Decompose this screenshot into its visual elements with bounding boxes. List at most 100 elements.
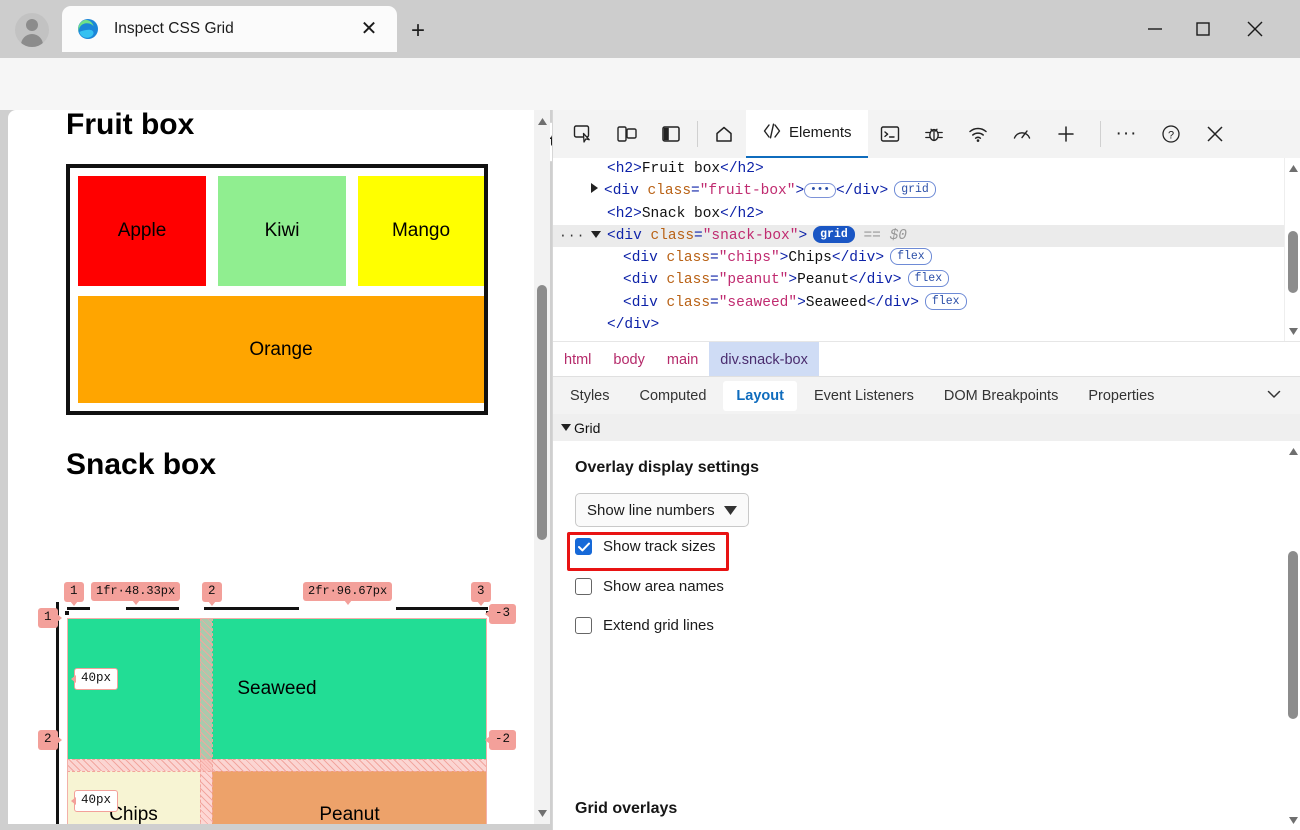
grid-track-size-row-1: 40px: [70, 668, 119, 690]
scroll-down-icon[interactable]: [1285, 323, 1300, 339]
checkbox-show-track-sizes[interactable]: Show track sizes: [575, 538, 716, 555]
profile-button[interactable]: [10, 8, 54, 52]
tab-elements[interactable]: Elements: [746, 109, 868, 159]
tab-title: Inspect CSS Grid: [114, 20, 234, 37]
debugger-icon[interactable]: [912, 111, 956, 157]
dom-token: <h2>: [607, 205, 642, 222]
ruler-left: [56, 602, 59, 824]
chevron-down-icon[interactable]: [591, 230, 601, 238]
svg-text:?: ?: [1167, 129, 1173, 141]
panel-tab-styles[interactable]: Styles: [557, 381, 623, 411]
fruit-cell-kiwi: Kiwi: [218, 176, 346, 286]
dom-node-row[interactable]: </div>: [553, 314, 1300, 336]
grid-pane-scrollbar-thumb[interactable]: [1288, 551, 1298, 719]
scroll-up-icon[interactable]: [1285, 443, 1300, 459]
dom-token: =: [694, 227, 703, 244]
dom-token: "peanut": [718, 272, 789, 289]
panel-tab-layout[interactable]: Layout: [723, 381, 797, 411]
page-scrollbar[interactable]: [534, 110, 550, 824]
breadcrumb-item-0[interactable]: html: [553, 342, 602, 377]
dom-node-row[interactable]: <div class="fruit-box"> ••• </div> grid: [553, 180, 1300, 202]
dom-token: class: [666, 250, 711, 267]
checkbox-show-area-names[interactable]: Show area names: [575, 578, 724, 595]
window-close-icon[interactable]: [1232, 10, 1278, 48]
dom-tree-scrollbar-thumb[interactable]: [1288, 231, 1298, 293]
grid-pane-scrollbar[interactable]: [1285, 441, 1300, 830]
dom-node-row[interactable]: <h2>Snack box</h2>: [553, 203, 1300, 225]
panel-tab-event-listeners[interactable]: Event Listeners: [801, 381, 927, 411]
scroll-down-icon[interactable]: [534, 804, 550, 822]
device-emulation-icon[interactable]: [605, 111, 649, 157]
breadcrumb-item-1[interactable]: body: [602, 342, 655, 377]
dom-token: >: [797, 294, 806, 311]
code-brackets-icon: [762, 122, 782, 144]
devtools-toolbar: Elements ··· ?: [553, 109, 1300, 159]
grid-line-label-row-neg2: -2: [484, 730, 517, 750]
dom-node-row[interactable]: <div class="peanut">Peanut</div> flex: [553, 269, 1300, 291]
tab-elements-label: Elements: [789, 124, 852, 141]
scroll-down-icon[interactable]: [1285, 812, 1300, 828]
window-maximize-icon[interactable]: [1180, 10, 1226, 48]
help-icon[interactable]: ?: [1149, 111, 1193, 157]
dom-tree-scrollbar[interactable]: [1284, 158, 1300, 341]
devtools-panel: Elements ··· ? <h2>Fruit box</h2> <div c…: [552, 109, 1300, 830]
display-badge-grid[interactable]: grid: [894, 181, 936, 199]
breadcrumb[interactable]: html body main div.snack-box: [553, 341, 1300, 377]
fruit-cell-apple: Apple: [78, 176, 206, 286]
panel-tab-properties[interactable]: Properties: [1075, 381, 1167, 411]
navigation-bar: https://microsoftedge.github.io/Demos/de…: [0, 58, 1300, 162]
inspect-element-icon[interactable]: [561, 111, 605, 157]
dom-tree[interactable]: <h2>Fruit box</h2> <div class="fruit-box"…: [553, 158, 1300, 341]
dom-node-row[interactable]: ··· <div class="snack-box"> grid == $0: [553, 224, 1300, 248]
grid-outline: [67, 618, 487, 824]
tab-close-icon[interactable]: ✕: [357, 17, 381, 41]
dom-token: <h2>: [607, 161, 642, 177]
display-badge-grid[interactable]: grid: [813, 225, 855, 243]
checkbox-extend-grid-lines[interactable]: Extend grid lines: [575, 617, 714, 634]
scroll-up-icon[interactable]: [1285, 160, 1300, 176]
home-icon[interactable]: [702, 111, 746, 157]
grid-section-header[interactable]: Grid: [553, 414, 1300, 442]
performance-icon[interactable]: [1000, 111, 1044, 157]
grid-section-label: Grid: [574, 419, 601, 436]
chevron-right-icon[interactable]: [591, 183, 598, 194]
dom-token: "seaweed": [718, 294, 798, 311]
page-scrollbar-thumb[interactable]: [537, 285, 547, 540]
dom-token: =: [710, 272, 719, 289]
grid-line-label-row-2: 2: [38, 730, 61, 750]
browser-tab[interactable]: Inspect CSS Grid ✕: [62, 6, 397, 52]
network-icon[interactable]: [956, 111, 1000, 157]
dom-node-row[interactable]: <div class="seaweed">Seaweed</div> flex: [553, 292, 1300, 314]
window-minimize-icon[interactable]: [1132, 10, 1178, 48]
grid-corner-dot-tl: [65, 611, 69, 615]
expand-children-icon[interactable]: •••: [804, 183, 836, 199]
grid-overlays-title: Grid overlays: [575, 800, 678, 817]
dock-side-icon[interactable]: [649, 111, 693, 157]
panel-tab-dom-breakpoints[interactable]: DOM Breakpoints: [931, 381, 1071, 411]
breadcrumb-item-3[interactable]: div.snack-box: [709, 342, 819, 377]
dom-node-row[interactable]: <h2>Fruit box</h2>: [553, 158, 1300, 180]
display-badge-flex[interactable]: flex: [924, 292, 967, 310]
display-badge-flex[interactable]: flex: [890, 248, 932, 266]
node-menu-icon[interactable]: ···: [559, 225, 585, 247]
add-tool-icon[interactable]: [1044, 111, 1088, 157]
breadcrumb-item-2[interactable]: main: [656, 342, 709, 377]
ruler-top-c: [204, 607, 299, 610]
devtools-more-menu[interactable]: ···: [1105, 111, 1149, 157]
toolbar-divider-2: [1099, 121, 1101, 147]
console-icon[interactable]: [868, 111, 912, 157]
new-tab-button[interactable]: +: [402, 15, 434, 47]
display-badge-flex[interactable]: flex: [907, 270, 950, 288]
dom-token: "snack-box": [702, 227, 799, 244]
line-numbers-select[interactable]: Show line numbers: [575, 493, 749, 527]
dom-token: </h2>: [720, 205, 764, 222]
chevron-down-icon[interactable]: [1265, 385, 1283, 408]
panel-tab-bar[interactable]: Styles Computed Layout Event Listeners DOM B…: [553, 376, 1300, 416]
dom-token: >: [788, 272, 798, 289]
panel-tab-computed[interactable]: Computed: [627, 381, 720, 411]
grid-track-size-row-2: 40px: [70, 790, 119, 812]
scroll-up-icon[interactable]: [534, 112, 550, 130]
dom-node-row[interactable]: <div class="chips">Chips</div> flex: [553, 247, 1300, 269]
dom-token: class: [650, 227, 695, 244]
devtools-close-icon[interactable]: [1193, 111, 1237, 157]
